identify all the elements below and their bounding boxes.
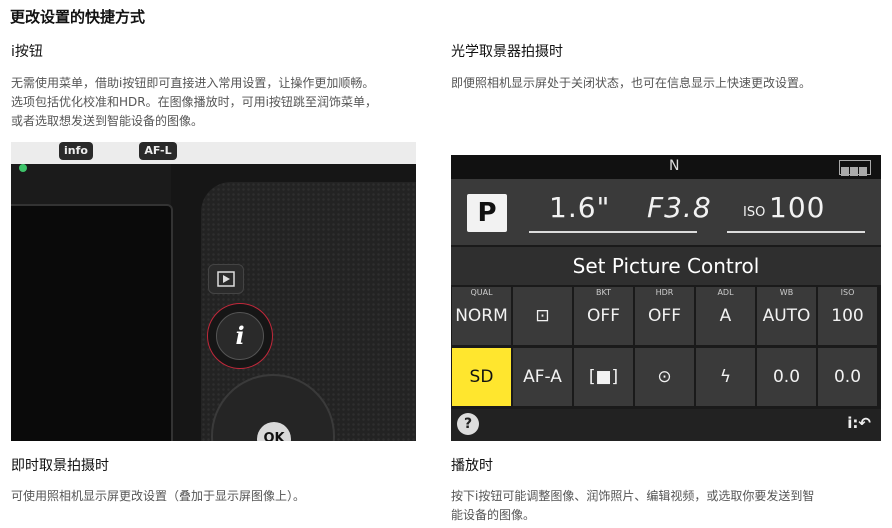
setting-label: HDR [655,288,674,297]
shutter-underline [529,231,697,233]
i-button: i [216,312,264,360]
shooting-mode: P [467,194,507,232]
setting-cell: ⊙ [635,348,694,406]
section-heading-liveview: 即时取景拍摄时 [11,458,109,474]
camera-back-photo: info AF-L i OK [11,142,416,441]
setting-cell: [■] [574,348,633,406]
setting-cell: 0.0 [757,348,816,406]
section-heading-playback: 播放时 [451,458,493,474]
setting-cell: WB AUTO [757,287,816,345]
setting-cell: ISO 100 [818,287,877,345]
setting-value: ⊡ [535,306,550,326]
menu-title: Set Picture Control [451,247,881,285]
info-display: N P 1.6" F3.8 ISO 100 Set Picture Contro… [451,155,881,441]
setting-label: BKT [596,288,611,297]
playback-description: 按下i按钮可能调整图像、润饰照片、编辑视频，或选取你要发送到智 能设备的图像。 [451,489,815,522]
setting-value: [■] [588,367,619,387]
setting-cell: 0.0 [818,348,877,406]
setting-label: WB [779,288,794,297]
iso-value: 100 [769,191,826,224]
battery-icon [839,160,871,176]
iso-underline [727,231,865,233]
setting-cell: ϟ [696,348,755,406]
setting-value: AF-A [523,367,562,387]
playback-button [208,264,244,294]
camera-lcd [11,204,173,441]
play-icon [217,271,235,287]
setting-value: SD [469,367,494,387]
setting-cell: ADL A [696,287,755,345]
setting-value: ϟ [719,367,732,387]
setting-label: ISO [840,288,855,297]
aperture: F3.8 [647,191,712,224]
setting-value: 0.0 [833,367,862,387]
iso-label: ISO [743,205,766,220]
page-title: 更改设置的快捷方式 [10,8,146,26]
afl-button: AF-L [139,142,177,160]
setting-label: ADL [717,288,734,297]
setting-value: 0.0 [772,367,801,387]
i-button-description: 无需使用菜单，借助i按钮即可直接进入常用设置，让操作更加顺畅。 选项包括优化校准… [11,76,377,128]
setting-cell: AF-A [513,348,572,406]
image-area-label: N [669,158,680,174]
section-heading-i-button: i按钮 [11,44,43,60]
help-icon: ? [457,413,479,435]
setting-cell: BKT OFF [574,287,633,345]
viewfinder-description: 即便照相机显示屏处于关闭状态，也可在信息显示上快速更改设置。 [451,76,812,90]
status-led [19,164,27,172]
back-icon: i:↶ [847,414,871,432]
info-top-bar: N [451,155,881,179]
setting-value: ⊙ [657,367,672,387]
section-heading-viewfinder: 光学取景器拍摄时 [451,44,563,60]
exposure-row: P 1.6" F3.8 ISO 100 [451,179,881,245]
info-bottom-bar: ? i:↶ [451,409,881,441]
setting-cell: QUAL NORM [452,287,511,345]
setting-cell: ⊡ [513,287,572,345]
shutter-speed: 1.6" [549,191,611,224]
setting-cell: HDR OFF [635,287,694,345]
setting-label: QUAL [470,288,493,297]
liveview-description: 可使用照相机显示屏更改设置（叠加于显示屏图像上）。 [11,489,306,503]
info-button: info [59,142,93,160]
setting-cell: SD [452,348,511,406]
